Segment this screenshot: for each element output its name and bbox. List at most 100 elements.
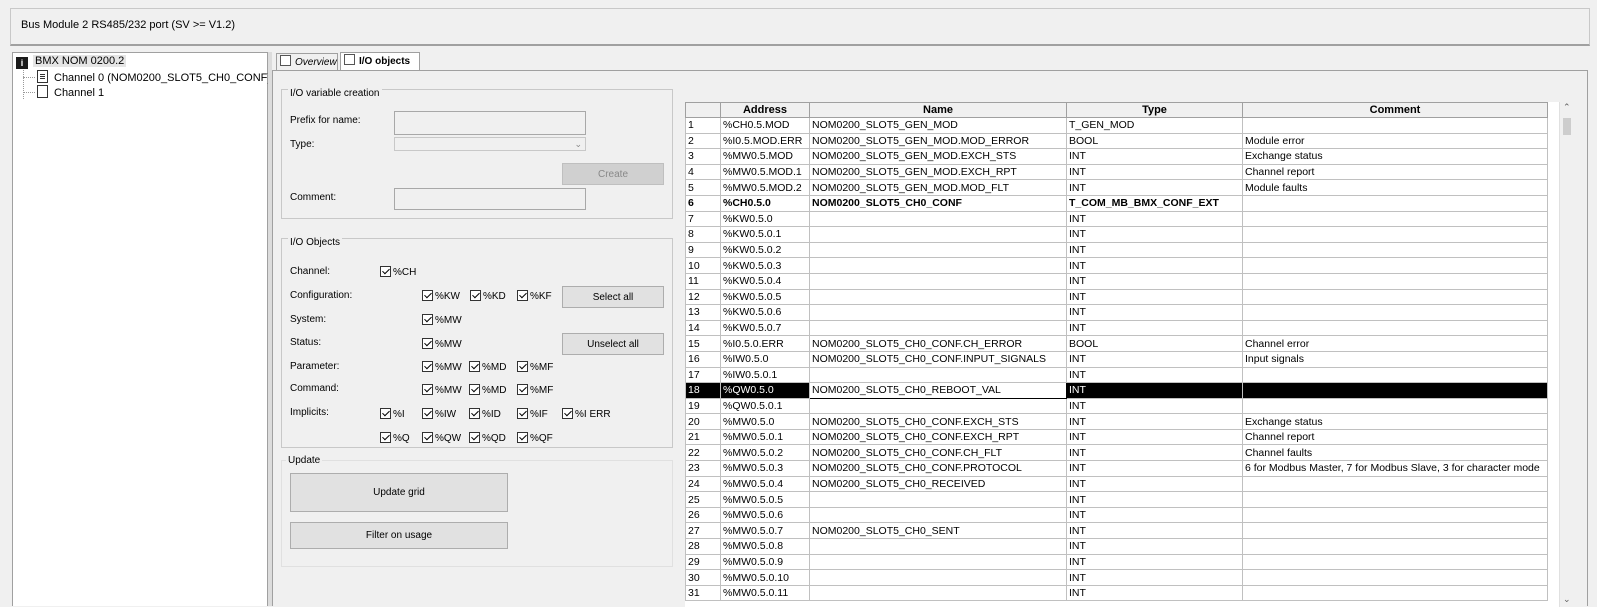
checkbox-box[interactable] bbox=[422, 408, 433, 419]
type-select[interactable]: ⌄ bbox=[394, 137, 586, 151]
comment-cell[interactable] bbox=[1242, 475, 1548, 493]
comment-cell[interactable] bbox=[1242, 538, 1548, 555]
checkbox-box[interactable] bbox=[517, 432, 528, 443]
address-cell[interactable]: %I0.5.MOD.ERR bbox=[720, 132, 810, 150]
checkbox-system-mw[interactable]: %MW bbox=[422, 314, 462, 326]
type-cell[interactable]: INT bbox=[1066, 272, 1243, 290]
table-row[interactable]: 3 %MW0.5.MOD NOM0200_SLOT5_GEN_MOD.EXCH_ST… bbox=[685, 148, 1548, 165]
checkbox-cmd-md[interactable]: %MD bbox=[469, 384, 506, 396]
comment-cell[interactable] bbox=[1242, 506, 1548, 524]
name-cell[interactable] bbox=[809, 257, 1067, 274]
checkbox-box[interactable] bbox=[469, 384, 480, 395]
checkbox-id[interactable]: %ID bbox=[469, 408, 501, 420]
comment-cell[interactable] bbox=[1242, 288, 1548, 306]
checkbox-i[interactable]: %I bbox=[380, 408, 405, 420]
comment-cell[interactable] bbox=[1242, 382, 1548, 399]
comment-cell[interactable]: Exchange status bbox=[1242, 148, 1548, 165]
type-cell[interactable]: INT bbox=[1066, 366, 1243, 384]
address-cell[interactable]: %IW0.5.0.1 bbox=[720, 366, 810, 384]
type-cell[interactable]: INT bbox=[1066, 397, 1243, 415]
table-row[interactable]: 28 %MW0.5.0.8 INT bbox=[685, 538, 1548, 555]
type-cell[interactable]: INT bbox=[1066, 413, 1243, 430]
type-cell[interactable]: INT bbox=[1066, 475, 1243, 493]
type-cell[interactable]: INT bbox=[1066, 522, 1243, 540]
name-cell[interactable]: NOM0200_SLOT5_GEN_MOD.MOD_FLT bbox=[809, 179, 1067, 196]
table-row[interactable]: 31 %MW0.5.0.11 INT bbox=[685, 584, 1548, 602]
table-row[interactable]: 5 %MW0.5.MOD.2 NOM0200_SLOT5_GEN_MOD.MOD_F… bbox=[685, 179, 1548, 196]
address-cell[interactable]: %MW0.5.0.9 bbox=[720, 553, 810, 571]
checkbox-box[interactable] bbox=[517, 290, 528, 301]
checkbox-qd[interactable]: %QD bbox=[469, 432, 506, 444]
comment-cell[interactable] bbox=[1242, 569, 1548, 586]
address-cell[interactable]: %MW0.5.0.3 bbox=[720, 460, 810, 477]
type-cell[interactable]: INT bbox=[1066, 553, 1243, 571]
comment-cell[interactable] bbox=[1242, 257, 1548, 274]
table-row[interactable]: 30 %MW0.5.0.10 INT bbox=[685, 569, 1548, 586]
address-cell[interactable]: %MW0.5.MOD.2 bbox=[720, 179, 810, 196]
table-row[interactable]: 16 %IW0.5.0 NOM0200_SLOT5_CH0_CONF.INPUT_S… bbox=[685, 350, 1548, 368]
name-cell[interactable] bbox=[809, 241, 1067, 259]
address-cell[interactable]: %MW0.5.0.11 bbox=[720, 584, 810, 602]
comment-cell[interactable] bbox=[1242, 117, 1548, 134]
type-cell[interactable]: INT bbox=[1066, 210, 1243, 228]
type-cell[interactable]: INT bbox=[1066, 257, 1243, 274]
scroll-thumb[interactable] bbox=[1563, 118, 1571, 135]
type-cell[interactable]: INT bbox=[1066, 179, 1243, 196]
checkbox-box[interactable] bbox=[469, 432, 480, 443]
type-cell[interactable]: INT bbox=[1066, 350, 1243, 368]
name-cell[interactable]: NOM0200_SLOT5_CH0_CONF.EXCH_STS bbox=[809, 413, 1067, 430]
comment-cell[interactable] bbox=[1242, 491, 1548, 508]
table-row[interactable]: 22 %MW0.5.0.2 NOM0200_SLOT5_CH0_CONF.CH_FL… bbox=[685, 444, 1548, 462]
checkbox-kf[interactable]: %KF bbox=[517, 290, 552, 302]
checkbox-param-mw[interactable]: %MW bbox=[422, 361, 462, 373]
checkbox-box[interactable] bbox=[470, 290, 481, 301]
table-row[interactable]: 12 %KW0.5.0.5 INT bbox=[685, 288, 1548, 306]
name-cell[interactable]: NOM0200_SLOT5_GEN_MOD bbox=[809, 117, 1067, 134]
name-cell[interactable] bbox=[809, 397, 1067, 415]
address-cell[interactable]: %MW0.5.0 bbox=[720, 413, 810, 430]
name-cell[interactable] bbox=[809, 210, 1067, 228]
comment-cell[interactable]: Channel faults bbox=[1242, 444, 1548, 462]
checkbox-box[interactable] bbox=[517, 384, 528, 395]
name-cell[interactable]: NOM0200_SLOT5_GEN_MOD.EXCH_RPT bbox=[809, 163, 1067, 181]
type-cell[interactable]: INT bbox=[1066, 288, 1243, 306]
create-button[interactable]: Create bbox=[562, 163, 664, 185]
name-cell[interactable]: NOM0200_SLOT5_CH0_CONF.CH_ERROR bbox=[809, 335, 1067, 352]
comment-cell[interactable] bbox=[1242, 553, 1548, 571]
select-all-button[interactable]: Select all bbox=[562, 286, 664, 308]
type-cell[interactable]: INT bbox=[1066, 460, 1243, 477]
type-cell[interactable]: INT bbox=[1066, 491, 1243, 508]
checkbox-box[interactable] bbox=[422, 384, 433, 395]
comment-cell[interactable] bbox=[1242, 241, 1548, 259]
scroll-down-icon[interactable]: ⌄ bbox=[1563, 594, 1571, 605]
checkbox-cmd-mw[interactable]: %MW bbox=[422, 384, 462, 396]
comment-cell[interactable]: Input signals bbox=[1242, 350, 1548, 368]
col-header-comment[interactable]: Comment bbox=[1242, 102, 1548, 118]
unselect-all-button[interactable]: Unselect all bbox=[562, 333, 664, 355]
col-header-index[interactable] bbox=[685, 102, 721, 118]
name-cell[interactable]: NOM0200_SLOT5_CH0_CONF.EXCH_RPT bbox=[809, 428, 1067, 446]
comment-cell[interactable]: Exchange status bbox=[1242, 413, 1548, 430]
comment-cell[interactable] bbox=[1242, 226, 1548, 243]
address-cell[interactable]: %KW0.5.0.7 bbox=[720, 319, 810, 337]
checkbox-iw[interactable]: %IW bbox=[422, 408, 456, 420]
checkbox-box[interactable] bbox=[517, 361, 528, 372]
checkbox-box[interactable] bbox=[422, 338, 433, 349]
type-cell[interactable]: INT bbox=[1066, 538, 1243, 555]
address-cell[interactable]: %KW0.5.0.2 bbox=[720, 241, 810, 259]
comment-cell[interactable]: Channel report bbox=[1242, 428, 1548, 446]
comment-cell[interactable] bbox=[1242, 584, 1548, 602]
type-cell[interactable]: INT bbox=[1066, 382, 1243, 399]
type-cell[interactable]: INT bbox=[1066, 226, 1243, 243]
checkbox-box[interactable] bbox=[562, 408, 573, 419]
update-grid-button[interactable]: Update grid bbox=[290, 473, 508, 512]
address-cell[interactable]: %CH0.5.0 bbox=[720, 194, 810, 212]
comment-cell[interactable]: Channel error bbox=[1242, 335, 1548, 352]
comment-cell[interactable] bbox=[1242, 304, 1548, 321]
name-cell[interactable]: NOM0200_SLOT5_GEN_MOD.EXCH_STS bbox=[809, 148, 1067, 165]
address-cell[interactable]: %KW0.5.0.5 bbox=[720, 288, 810, 306]
type-cell[interactable]: T_COM_MB_BMX_CONF_EXT bbox=[1066, 194, 1243, 212]
type-cell[interactable]: INT bbox=[1066, 506, 1243, 524]
table-row[interactable]: 17 %IW0.5.0.1 INT bbox=[685, 366, 1548, 384]
name-cell[interactable] bbox=[809, 366, 1067, 384]
